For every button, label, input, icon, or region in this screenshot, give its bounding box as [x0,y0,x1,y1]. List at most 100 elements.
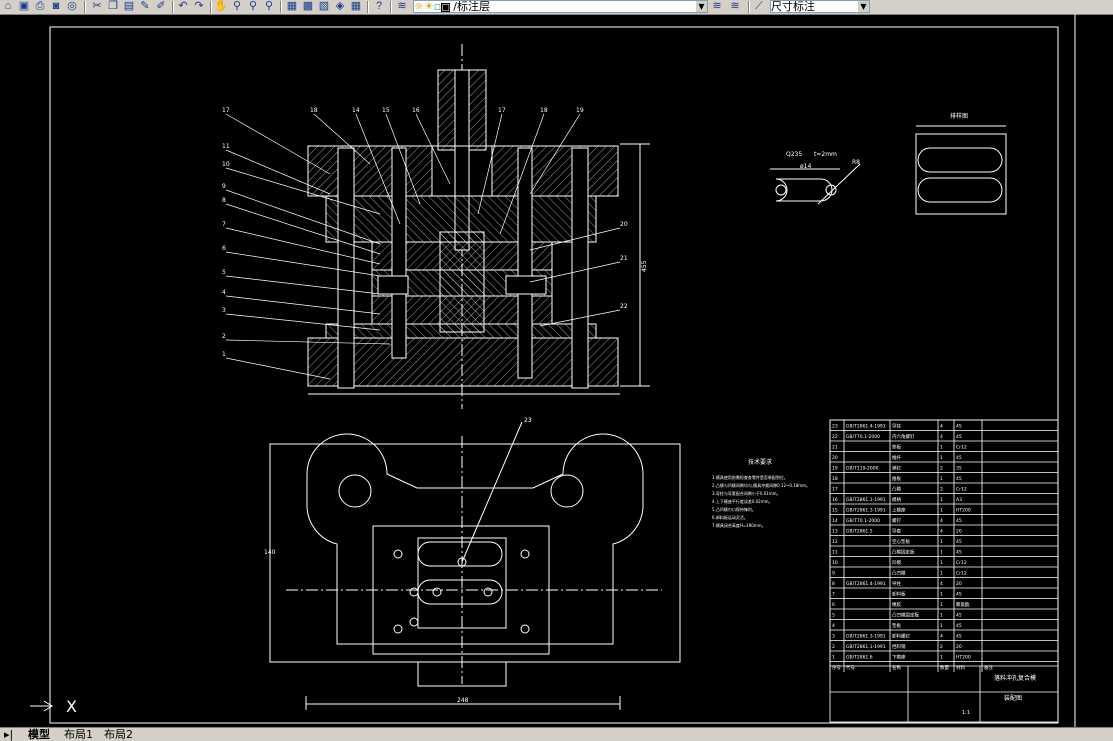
section-label: 11 [222,143,230,150]
bom-cell: 45 [956,424,962,430]
chevron-down-icon[interactable]: ▼ [858,1,869,12]
title-block-title: 落料冲孔复合模 [994,674,1036,682]
bom-cell: GB/T2861.1-1991 [846,644,886,650]
calculator-icon[interactable]: ▦ [349,0,363,13]
markup-icon[interactable]: ◈ [333,0,347,13]
bom-cell: 10 [832,560,838,566]
redo-icon[interactable]: ↷ [192,0,206,13]
bom-cell: 卸料板 [892,591,906,598]
bom-cell: 20 [956,581,962,587]
separator [390,1,392,13]
bom-cell: 45 [956,476,962,482]
bom-cell: 45 [956,592,962,598]
bom-cell: 4 [940,434,943,440]
bom-cell: 1 [940,571,943,577]
bom-cell: GB/T2861.3-1991 [846,634,886,640]
undo-icon[interactable]: ↶ [176,0,190,13]
bom-cell: GB/T2861.4-1991 [846,424,886,430]
drawing-canvas[interactable]: 455 17 18 14 15 16 17 18 19 11 10 9 8 7 … [0,14,1113,727]
section-label: 19 [576,107,584,114]
bom-cell: 11 [832,550,838,556]
bom-cell: 橡胶 [892,601,901,608]
tab-layout1[interactable]: 布局1 [62,728,95,741]
pan-icon[interactable]: ✋ [214,0,228,13]
bom-cell: 凸凹模 [892,570,906,577]
zoom-realtime-icon[interactable]: ⚲ [230,0,244,13]
note-line: 6.卸料板运动灵活。 [712,514,748,520]
section-label: 2 [222,333,226,340]
dim-style-icon[interactable]: ⟋ [752,0,766,13]
bom-cell: 2 [940,487,943,493]
print-icon[interactable]: ⎙ [33,0,47,13]
bom-cell: 20 [956,644,962,650]
tab-layout2[interactable]: 布局2 [102,728,135,741]
bom-cell: 1 [940,560,943,566]
note-line: 1.模具使用前需检查各零件是否装配到位。 [712,474,788,480]
preview-icon[interactable]: ◙ [49,0,63,13]
design-center-icon[interactable]: ▩ [301,0,315,13]
bom-cell: 14 [832,518,838,524]
bom-cell: 3 [832,634,835,640]
bom-cell: 1 [940,623,943,629]
layer-previous-icon[interactable]: ≋ [710,0,724,13]
layout-title: 排样图 [950,112,968,120]
match-prop-icon[interactable]: ✎ [138,0,152,13]
open-icon[interactable]: ⌂ [1,0,15,13]
bom-cell: 凹模 [892,559,901,566]
bom-cell: 1 [832,655,835,661]
bom-cell: 1 [940,476,943,482]
bom-cell: 4 [940,581,943,587]
bom-header-cell: 序号 [832,664,841,671]
bom-cell: 20 [956,529,962,535]
layer-state-icon[interactable]: ≋ [728,0,742,13]
copy-icon[interactable]: ❐ [106,0,120,13]
bom-header-cell: 名称 [892,664,901,671]
cut-icon[interactable]: ✂ [90,0,104,13]
paste-icon[interactable]: ▤ [122,0,136,13]
zoom-window-icon[interactable]: ⚲ [246,0,260,13]
bom-cell: 1 [940,508,943,514]
help-icon[interactable]: ? [372,0,386,13]
chevron-down-icon[interactable]: ▼ [696,1,707,12]
section-label: 18 [310,107,318,114]
bom-cell: 8 [832,581,835,587]
bom-cell: 1 [940,655,943,661]
bom-cell: Cr12 [956,560,967,566]
bom-cell: 1 [940,613,943,619]
publish-icon[interactable]: ◎ [65,0,79,13]
block-editor-icon[interactable]: ✐ [154,0,168,13]
note-line: 4.上下模座平行度误差0.02mm。 [712,498,773,504]
section-label: 10 [222,161,230,168]
tool-palette-icon[interactable]: ▧ [317,0,331,13]
bom-cell: 内六角螺钉 [892,433,915,440]
layer-combo-value: /标注层 [453,0,490,13]
layer-combo[interactable]: ☼☀▫□ /标注层 ▼ [413,0,708,13]
bom-cell: 挡料销 [892,643,906,650]
save-icon[interactable]: ▣ [17,0,31,13]
separator [172,1,174,13]
layout-tab-bar: ▸| 模型 布局1 布局2 [0,727,1113,741]
bom-cell: 45 [956,613,962,619]
tab-model[interactable]: 模型 [26,728,52,741]
bom-cell: 45 [956,634,962,640]
separator [367,1,369,13]
bom-cell: Cr12 [956,487,967,493]
zoom-previous-icon[interactable]: ⚲ [262,0,276,13]
properties-icon[interactable]: ▦ [285,0,299,13]
bom-cell: 垫板 [892,622,901,629]
dim-height: 455 [641,260,648,272]
bom-cell: GB/T119-2000 [846,466,879,472]
bom-header-cell: 材料 [956,664,965,671]
bom-cell: 推杆 [892,454,901,461]
dim-style-combo[interactable]: 尺寸标注 ▼ [770,0,870,13]
bom-cell: 45 [956,518,962,524]
plan-dim-height: 140 [264,549,276,556]
tab-nav-arrows[interactable]: ▸| [2,728,15,741]
bom-cell: 21 [832,445,838,451]
section-view [307,44,650,409]
bom-cell: 4 [940,518,943,524]
layer-manager-icon[interactable]: ≋ [395,0,409,13]
plan-dim-width: 248 [457,697,469,704]
bom-header-cell: 备注 [984,664,993,671]
bom-cell: 螺钉 [892,517,901,524]
